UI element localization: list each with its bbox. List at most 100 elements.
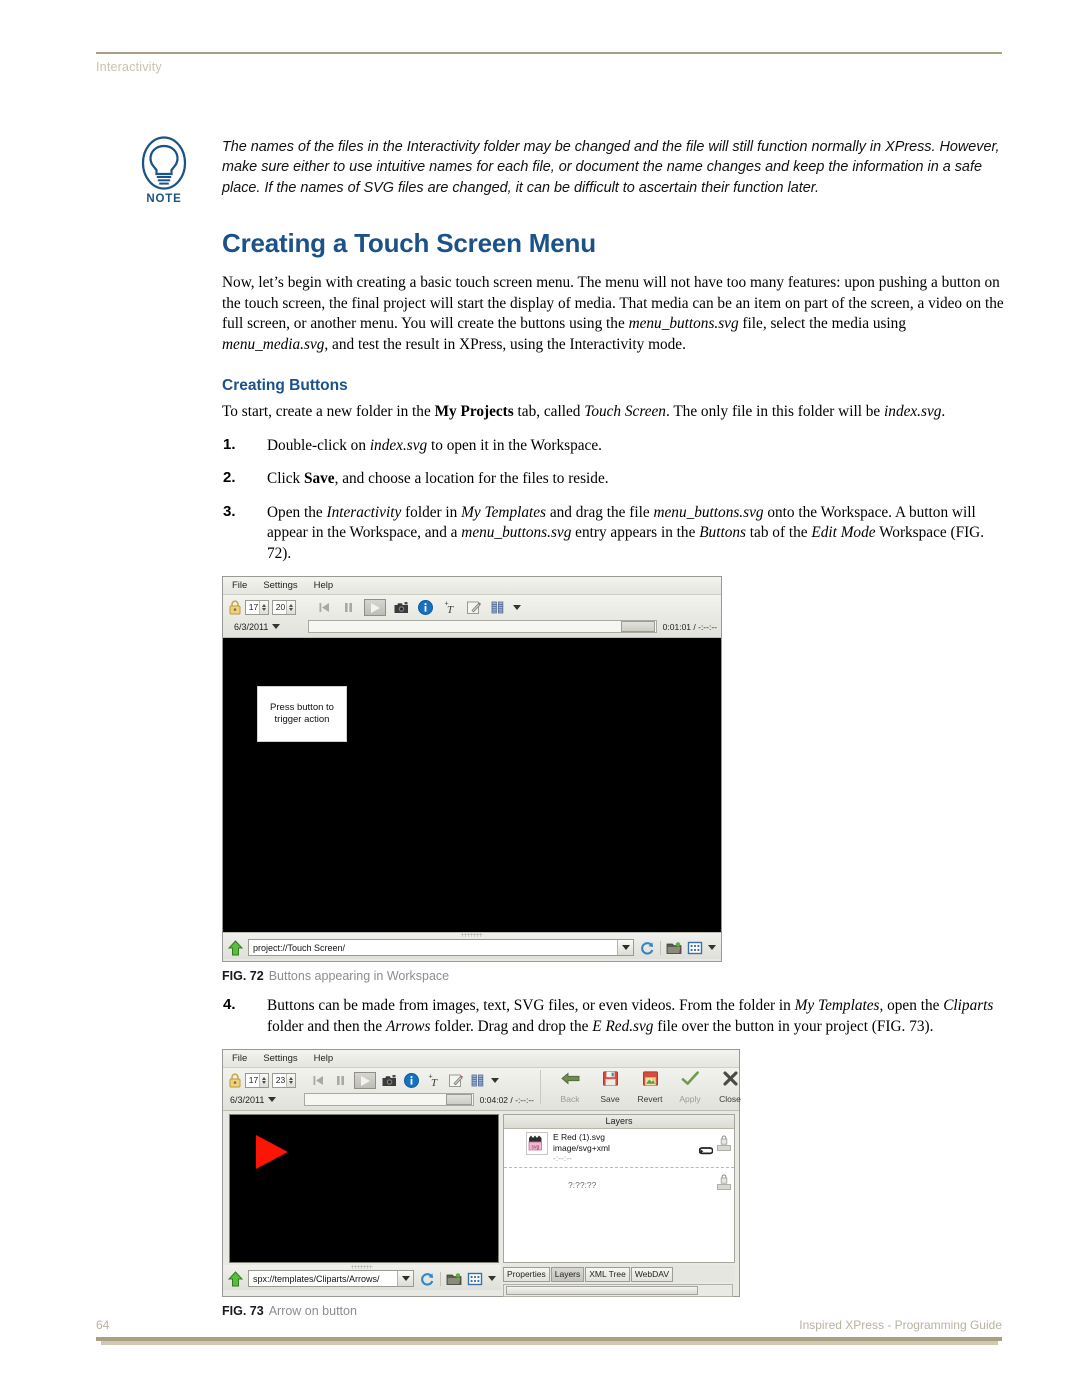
grid-icon[interactable]: [467, 1271, 483, 1287]
edit-icon[interactable]: [447, 1072, 464, 1089]
up-arrow-icon[interactable]: [227, 1270, 244, 1287]
camera-icon[interactable]: [381, 1072, 398, 1089]
red-arrow-shape[interactable]: [256, 1135, 288, 1169]
spinner-hours-arrows[interactable]: [259, 601, 268, 614]
scrollbar-thumb[interactable]: [506, 1286, 698, 1295]
spinner-minutes-arrows[interactable]: [286, 1074, 295, 1087]
scrubber-thumb[interactable]: [620, 621, 655, 632]
date-picker[interactable]: 6/3/2011: [228, 1095, 277, 1105]
path-value: project://Touch Screen/: [253, 942, 346, 953]
apply-button-label: Apply: [679, 1094, 701, 1104]
date-picker[interactable]: 6/3/2011: [228, 622, 281, 632]
edit-icon[interactable]: [465, 599, 482, 616]
spinner-minutes[interactable]: 20: [272, 600, 296, 615]
horizontal-scrollbar[interactable]: [503, 1284, 733, 1297]
refresh-icon[interactable]: [639, 940, 655, 956]
revert-button[interactable]: Revert: [635, 1070, 665, 1104]
fig72-screenshot[interactable]: File Settings Help 17 20 6/3/2011 + T 0:…: [222, 576, 722, 962]
apply-button[interactable]: Apply: [675, 1070, 705, 1104]
pause-icon[interactable]: [332, 1072, 349, 1089]
tab-webdav[interactable]: WebDAV: [630, 1267, 673, 1282]
subsection-title: Creating Buttons: [222, 377, 348, 394]
menu-file[interactable]: File: [232, 1053, 247, 1064]
tab-layers[interactable]: Layers: [550, 1267, 585, 1282]
layer-unknown-duration: ?:??:??: [568, 1179, 597, 1190]
fig73-screenshot[interactable]: File Settings Help 17 23 6/3/2011 + T 0:…: [222, 1049, 741, 1297]
fig73-tabs[interactable]: Properties Layers XML Tree WebDAV: [501, 1265, 735, 1282]
chevron-down-icon[interactable]: [488, 1276, 496, 1281]
note-text: The names of the files in the Interactiv…: [222, 139, 1000, 196]
menu-settings[interactable]: Settings: [263, 580, 297, 591]
spinner-minutes-arrows[interactable]: [286, 601, 295, 614]
close-button[interactable]: Close: [715, 1070, 745, 1104]
lock-icon[interactable]: [720, 1132, 728, 1145]
fig73-menubar[interactable]: File Settings Help: [223, 1050, 739, 1068]
skip-back-icon[interactable]: [316, 599, 333, 616]
timeline-scrubber[interactable]: [304, 1093, 474, 1106]
lock-icon[interactable]: [228, 1073, 242, 1088]
chevron-down-icon[interactable]: [272, 624, 281, 629]
fig72-menubar[interactable]: File Settings Help: [223, 577, 721, 595]
path-input[interactable]: project://Touch Screen/: [248, 939, 634, 956]
fig72-toolbar[interactable]: 17 20 6/3/2011 + T 0:01:01 / -:--:--: [223, 595, 721, 638]
touch-button[interactable]: Press button to trigger action: [257, 686, 347, 742]
fig72-canvas[interactable]: Press button to trigger action: [223, 638, 721, 932]
menu-help[interactable]: Help: [314, 580, 334, 591]
folder-icon[interactable]: [666, 940, 682, 956]
layer-thumbnail: svg: [526, 1132, 548, 1155]
layer-lock-controls[interactable]: [716, 1132, 732, 1164]
back-button[interactable]: Back: [555, 1070, 585, 1104]
timeline-scrubber[interactable]: [308, 620, 657, 633]
menu-help[interactable]: Help: [314, 1053, 334, 1064]
panel-grip[interactable]: [351, 1265, 373, 1269]
list-item[interactable]: svg E Red (1).svg image/svg+xml -:--:--: [504, 1129, 734, 1168]
spinner-minutes-value: 23: [275, 1075, 286, 1085]
menu-file[interactable]: File: [232, 580, 247, 591]
layer-lock-controls[interactable]: [716, 1171, 732, 1199]
fig73-toolbar[interactable]: 17 23 6/3/2011 + T 0:04:02 / -:--:-- Bac…: [223, 1068, 741, 1111]
lock-icon[interactable]: [720, 1171, 728, 1184]
skip-back-icon[interactable]: [310, 1072, 327, 1089]
folder-icon[interactable]: [446, 1271, 462, 1287]
grid-icon[interactable]: [687, 940, 703, 956]
spinner-hours[interactable]: 17: [245, 1073, 269, 1088]
play-icon[interactable]: [354, 1072, 376, 1089]
layers-panel[interactable]: Layers svg E Red (1).svg image/svg+xml -…: [503, 1114, 735, 1263]
lock-icon[interactable]: [228, 600, 242, 615]
path-input[interactable]: spx://templates/Cliparts/Arrows/: [248, 1270, 414, 1287]
svg-text:svg: svg: [532, 1144, 540, 1150]
fig73-canvas[interactable]: [229, 1114, 499, 1263]
chevron-down-icon[interactable]: [708, 945, 716, 950]
chevron-down-icon[interactable]: [397, 1271, 413, 1286]
spinner-hours[interactable]: 17: [245, 600, 269, 615]
up-arrow-icon[interactable]: [227, 939, 244, 956]
spinner-minutes[interactable]: 23: [272, 1073, 296, 1088]
list-item[interactable]: ?:??:??: [504, 1168, 734, 1202]
scrubber-row: 0:04:02 / -:--:--: [302, 1091, 534, 1108]
chevron-down-icon[interactable]: [268, 1097, 277, 1102]
add-text-icon[interactable]: + T: [441, 599, 458, 617]
layers-list[interactable]: svg E Red (1).svg image/svg+xml -:--:--: [504, 1129, 734, 1262]
menu-settings[interactable]: Settings: [263, 1053, 297, 1064]
tab-properties[interactable]: Properties: [503, 1267, 550, 1282]
scrubber-thumb[interactable]: [445, 1094, 472, 1105]
chevron-down-icon[interactable]: [513, 605, 521, 610]
pause-icon[interactable]: [340, 599, 357, 616]
play-icon[interactable]: [364, 599, 386, 616]
spinner-hours-arrows[interactable]: [259, 1074, 268, 1087]
info-icon[interactable]: [417, 599, 434, 616]
save-button[interactable]: Save: [595, 1070, 625, 1104]
layer-opacity-bar[interactable]: [717, 1183, 731, 1190]
camera-icon[interactable]: [393, 599, 410, 616]
tab-xml-tree[interactable]: XML Tree: [585, 1267, 630, 1282]
layer-opacity-bar[interactable]: [717, 1145, 731, 1151]
columns-icon[interactable]: [489, 599, 506, 616]
loop-icon[interactable]: [698, 1143, 714, 1154]
refresh-icon[interactable]: [419, 1271, 435, 1287]
add-text-icon[interactable]: + T: [425, 1072, 442, 1090]
info-icon[interactable]: [403, 1072, 420, 1089]
columns-icon[interactable]: [469, 1072, 486, 1089]
panel-grip[interactable]: [461, 933, 483, 937]
chevron-down-icon[interactable]: [617, 940, 633, 955]
chevron-down-icon[interactable]: [491, 1078, 499, 1083]
